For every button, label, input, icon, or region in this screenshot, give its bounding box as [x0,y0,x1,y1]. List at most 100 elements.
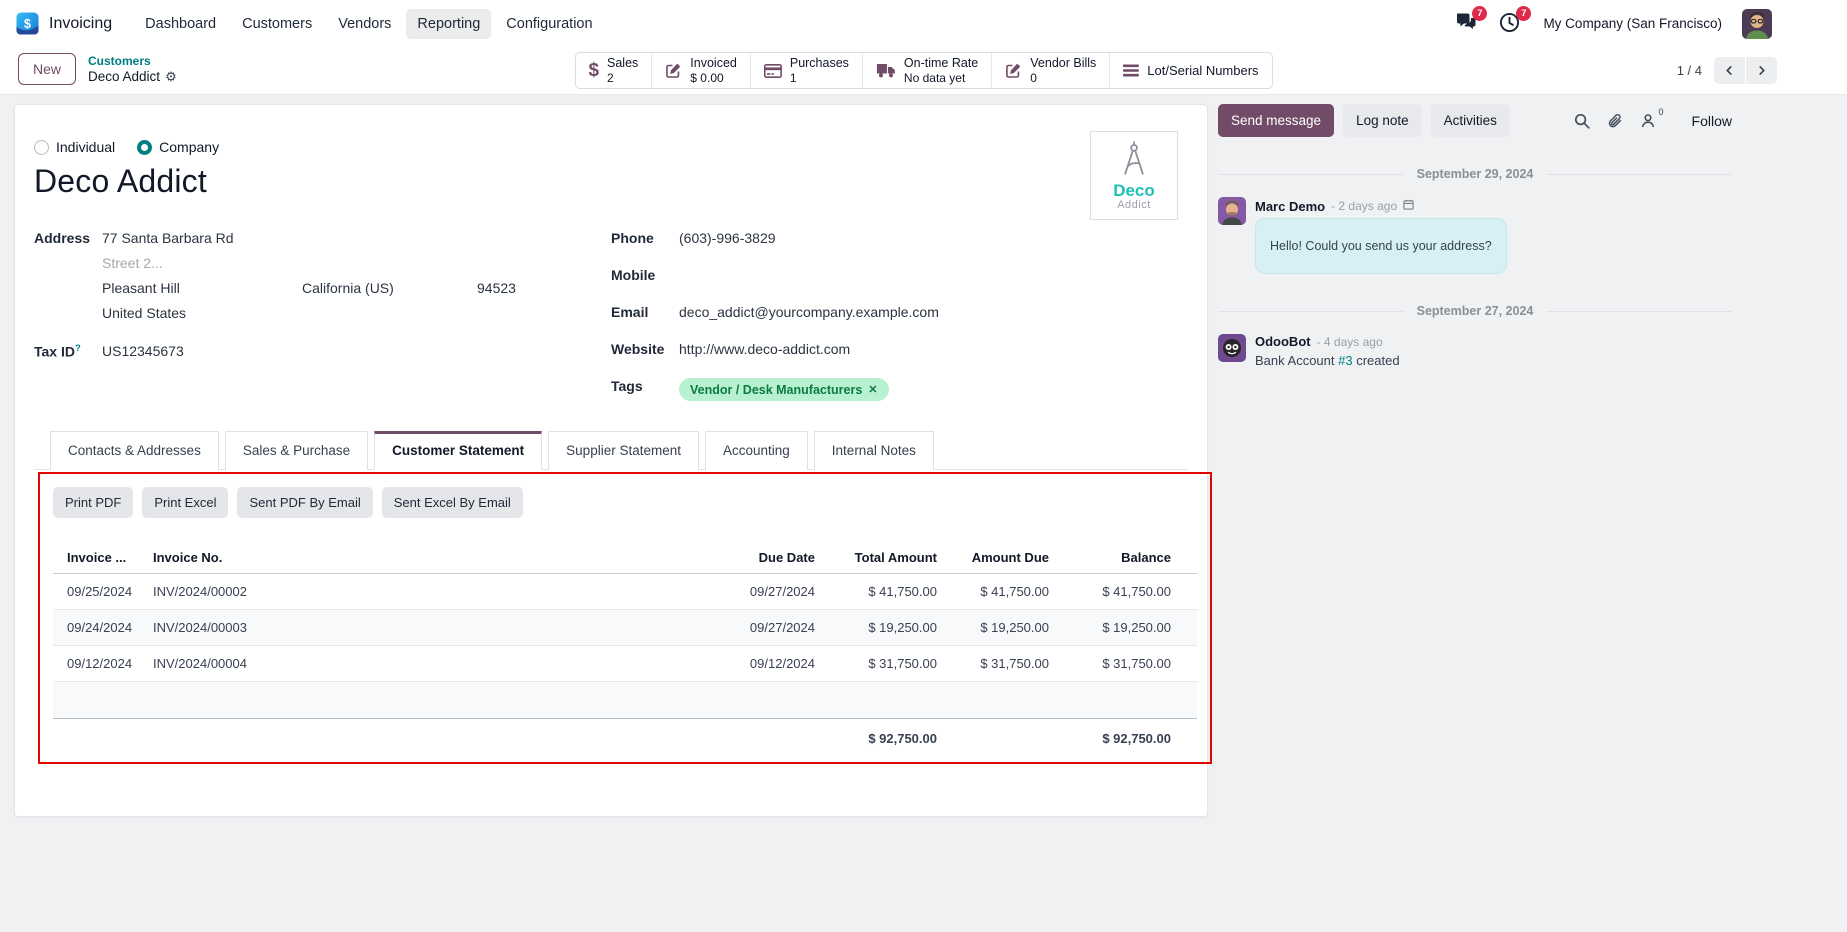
radio-individual[interactable]: Individual [34,139,115,155]
radio-company-circle[interactable] [137,139,153,155]
log-note-button[interactable]: Log note [1343,104,1422,137]
city-field[interactable]: Pleasant Hill [102,280,302,296]
systray: 7 7 My Company (San Francisco) [1455,5,1772,39]
statement-row[interactable]: 09/24/2024 INV/2024/00003 09/27/2024 $ 1… [53,610,1197,646]
edit-note-icon [1005,62,1022,79]
col-total-amount[interactable]: Total Amount [815,550,937,565]
send-pdf-email-button[interactable]: Sent PDF By Email [237,487,373,518]
col-balance[interactable]: Balance [1049,550,1171,565]
nav-item-configuration[interactable]: Configuration [495,9,603,39]
partner-name-field[interactable]: Deco Addict [34,163,1188,200]
statement-row[interactable]: 09/12/2024 INV/2024/00004 09/12/2024 $ 3… [53,646,1197,682]
zip-field[interactable]: 94523 [477,280,516,296]
col-invoice-date[interactable]: Invoice ... [53,550,153,565]
company-switcher[interactable]: My Company (San Francisco) [1543,16,1722,31]
tag-remove-icon[interactable]: ✕ [868,383,877,396]
truck-icon [876,63,896,78]
email-field[interactable]: deco_addict@yourcompany.example.com [679,304,939,327]
send-message-button[interactable]: Send message [1218,104,1335,137]
cell-invoice-date: 09/24/2024 [67,620,133,635]
print-pdf-button[interactable]: Print PDF [53,487,134,518]
col-invoice-no[interactable]: Invoice No. [153,550,695,565]
phone-label: Phone [611,230,654,246]
website-field[interactable]: http://www.deco-addict.com [679,341,850,364]
company-type-selector: Individual Company [34,139,1188,155]
stat-button-ontime-rate[interactable]: On-time Rate No data yet [863,53,993,88]
print-excel-button[interactable]: Print Excel [142,487,229,518]
follow-button[interactable]: Follow [1692,113,1732,129]
statement-empty-row [53,682,1197,718]
nav-item-vendors[interactable]: Vendors [327,9,402,39]
pager-next-button[interactable] [1746,57,1777,84]
partner-logo[interactable]: Deco Addict [1090,131,1178,220]
new-button[interactable]: New [18,53,77,85]
state-field[interactable]: California (US) [302,280,477,296]
partner-form-sheet: Individual Company Deco Addict Deco Addi… [14,104,1212,817]
app-name[interactable]: Invoicing [49,15,112,33]
stat-value: 0 [1030,70,1037,85]
street-field[interactable]: 77 Santa Barbara Rd [102,230,611,246]
nav-item-dashboard[interactable]: Dashboard [134,9,227,39]
cell-balance: $ 19,250.00 [1102,620,1171,635]
statement-row[interactable]: 09/25/2024 INV/2024/00002 09/27/2024 $ 4… [53,574,1197,610]
tab-accounting[interactable]: Accounting [705,431,808,470]
radio-company[interactable]: Company [137,139,219,155]
activities-clock-icon[interactable]: 7 [1499,5,1532,36]
cell-amount-due: $ 19,250.00 [980,620,1049,635]
radio-company-label: Company [159,139,220,155]
col-amount-due[interactable]: Amount Due [937,550,1049,565]
stat-button-vendor-bills[interactable]: Vendor Bills 0 [992,53,1111,88]
dollar-icon: $ [588,59,600,81]
tab-internal-notes[interactable]: Internal Notes [813,431,934,470]
stat-button-sales[interactable]: $ Sales 2 [575,53,653,88]
cell-invoice-no: INV/2024/00004 [153,656,247,671]
tax-id-field[interactable]: US12345673 [102,343,184,360]
date-divider-label: September 29, 2024 [1416,167,1534,181]
send-excel-email-button[interactable]: Sent Excel By Email [381,487,523,518]
tab-customer-statement[interactable]: Customer Statement [374,431,543,470]
logo-word-deco: Deco [1113,181,1155,200]
contact-column: Phone (603)-996-3829 Mobile Email deco_a… [611,230,1188,415]
tab-sales-purchase[interactable]: Sales & Purchase [224,431,369,470]
statement-table: Invoice ... Invoice No. Due Date Total A… [53,542,1197,758]
tab-contacts-addresses[interactable]: Contacts & Addresses [50,431,219,470]
avatar-marc-demo[interactable] [1218,197,1246,225]
street2-field[interactable]: Street 2... [102,255,611,271]
nav-item-reporting[interactable]: Reporting [406,8,492,39]
followers-icon[interactable]: 0 [1638,107,1664,131]
tab-supplier-statement[interactable]: Supplier Statement [548,431,699,470]
pager-previous-button[interactable] [1714,57,1745,84]
cell-total-amount: $ 31,750.00 [868,656,937,671]
chatter-panel: Send message Log note Activities 0 Follo… [1218,104,1732,368]
col-due-date[interactable]: Due Date [695,550,815,565]
radio-individual-circle[interactable] [34,139,49,155]
stat-button-lot-serial[interactable]: Lot/Serial Numbers [1110,53,1271,88]
search-messages-icon[interactable] [1572,111,1592,131]
cell-due-date: 09/12/2024 [749,656,815,671]
cell-total-amount: $ 19,250.00 [868,620,937,635]
stat-label: Vendor Bills [1030,55,1097,70]
user-avatar[interactable] [1742,8,1772,39]
actions-gear-icon[interactable]: ⚙ [165,69,177,85]
message-time: - 2 days ago [1331,199,1398,213]
avatar-odoobot[interactable] [1218,334,1246,362]
help-icon[interactable]: ? [75,343,81,354]
compass-icon [1124,141,1144,175]
stat-button-purchases[interactable]: Purchases 1 [751,53,863,88]
nav-item-customers[interactable]: Customers [231,9,323,39]
stat-value: 1 [789,70,797,85]
invoicing-app-icon[interactable]: $ [16,12,39,35]
country-field[interactable]: United States [102,305,611,321]
phone-field[interactable]: (603)-996-3829 [679,230,776,253]
activities-button[interactable]: Activities [1430,104,1510,137]
stat-button-invoiced[interactable]: Invoiced $ 0.00 [652,53,751,88]
attachment-paperclip-icon[interactable] [1605,111,1625,131]
message-author[interactable]: Marc Demo [1255,199,1325,214]
breadcrumb-customers-link[interactable]: Customers [88,54,177,69]
messages-badge: 7 [1472,5,1488,21]
message-author[interactable]: OdooBot [1255,334,1311,349]
bank-account-link[interactable]: #3 [1338,353,1352,368]
messages-icon[interactable]: 7 [1455,5,1488,36]
breadcrumb-area: New Customers Deco Addict ⚙ [18,53,177,86]
tag-vendor-desk-manufacturers[interactable]: Vendor / Desk Manufacturers ✕ [679,378,889,401]
